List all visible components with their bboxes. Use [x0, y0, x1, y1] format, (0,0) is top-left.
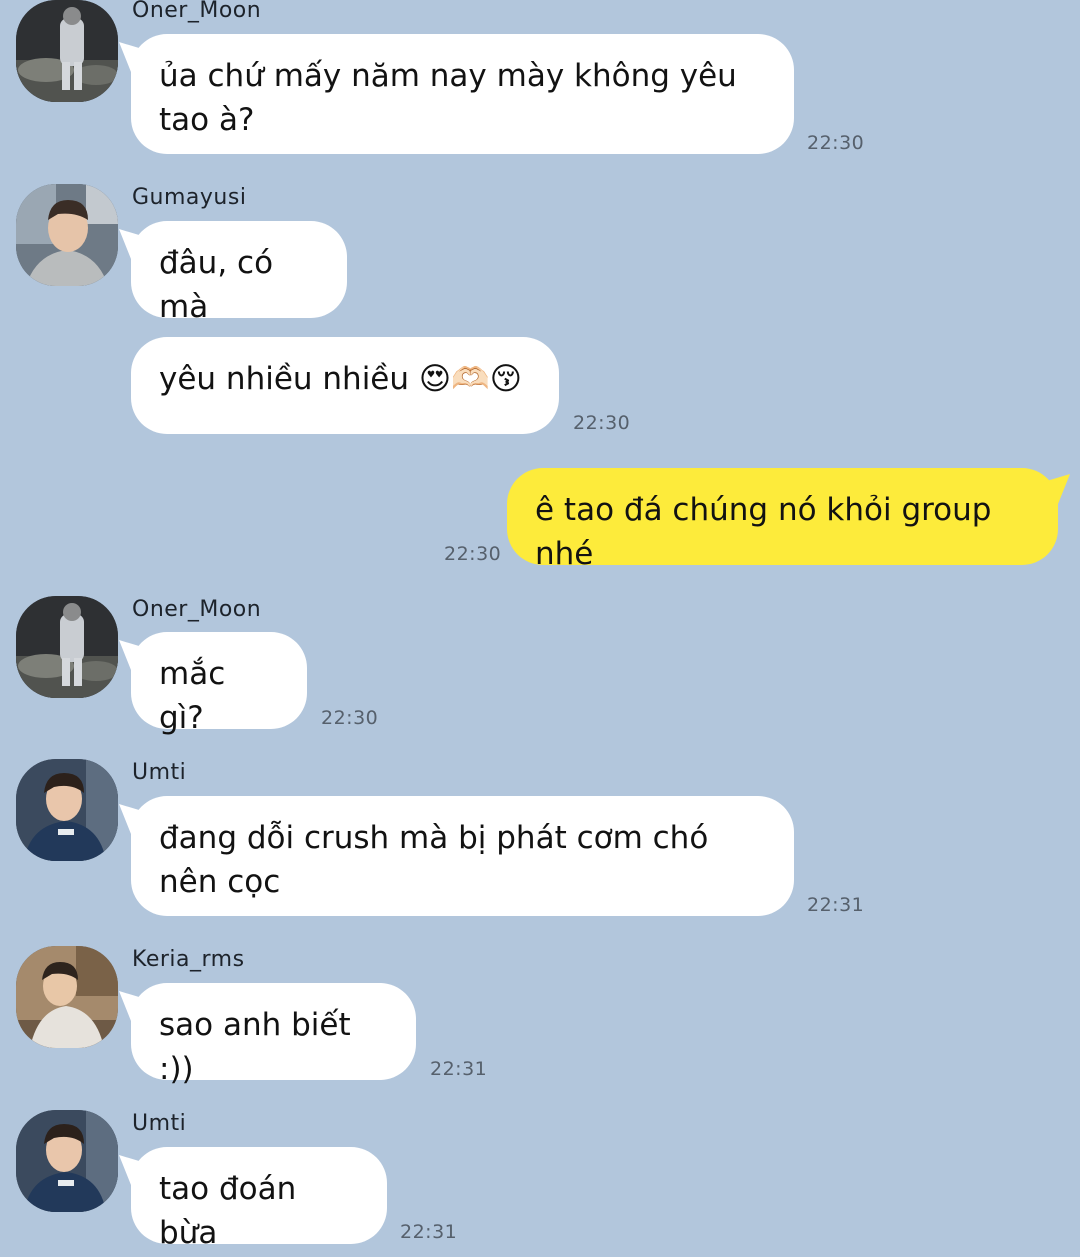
- message-timestamp: 22:31: [430, 1058, 488, 1080]
- message-bubble[interactable]: yêu nhiều nhiều 😍🫶🏻😚: [131, 337, 559, 434]
- avatar-umti[interactable]: [16, 1110, 118, 1212]
- message-bubble[interactable]: tao đoán bừa: [131, 1147, 387, 1251]
- sender-name: Gumayusi: [132, 185, 247, 210]
- message-timestamp: 22:31: [807, 894, 865, 916]
- message-bubble[interactable]: đang dỗi crush mà bị phát cơm chó nên cọ…: [131, 796, 794, 916]
- avatar-photo-oner: [16, 0, 118, 102]
- avatar-photo-gumayusi: [16, 184, 118, 286]
- avatar-oner[interactable]: [16, 596, 118, 698]
- avatar-umti[interactable]: [16, 759, 118, 861]
- message-timestamp: 22:30: [444, 543, 502, 565]
- sender-name: Oner_Moon: [132, 597, 262, 622]
- outgoing-message-bubble[interactable]: ê tao đá chúng nó khỏi group nhé: [507, 468, 1058, 572]
- message-timestamp: 22:30: [321, 707, 379, 729]
- sender-name: Keria_rms: [132, 947, 245, 972]
- message-timestamp: 22:31: [400, 1221, 458, 1243]
- avatar-photo-umti: [16, 1110, 118, 1212]
- message-bubble[interactable]: mắc gì?: [131, 632, 307, 736]
- avatar-keria[interactable]: [16, 946, 118, 1048]
- message-bubble[interactable]: ủa chứ mấy năm nay mày không yêu tao à?: [131, 34, 794, 154]
- sender-name: Umti: [132, 1111, 187, 1136]
- sender-name: Oner_Moon: [132, 0, 262, 23]
- message-timestamp: 22:30: [807, 132, 865, 154]
- avatar-photo-oner: [16, 596, 118, 698]
- avatar-gumayusi[interactable]: [16, 184, 118, 286]
- avatar-oner[interactable]: [16, 0, 118, 102]
- sender-name: Umti: [132, 760, 187, 785]
- message-bubble[interactable]: đâu, có mà: [131, 221, 347, 325]
- message-bubble[interactable]: sao anh biết :)): [131, 983, 416, 1087]
- avatar-photo-keria: [16, 946, 118, 1048]
- avatar-photo-umti: [16, 759, 118, 861]
- message-timestamp: 22:30: [573, 412, 631, 434]
